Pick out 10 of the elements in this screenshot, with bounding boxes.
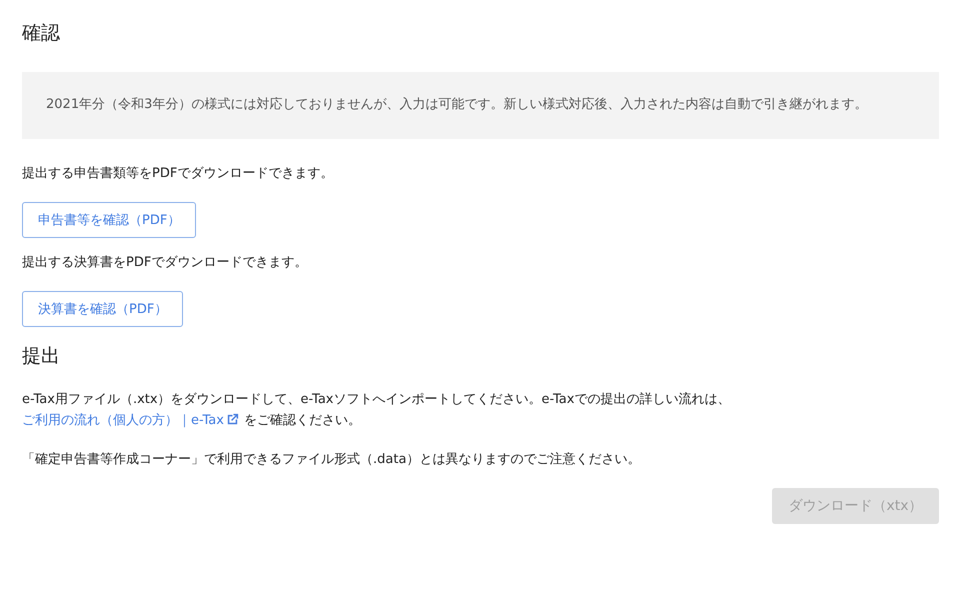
description-text: 提出する決算書をPDFでダウンロードできます。 — [22, 254, 308, 272]
section-heading: 確認 — [22, 21, 60, 46]
pdf-button[interactable]: 決算書を確認（PDF） — [22, 291, 184, 327]
description-text: 提出する申告書類等をPDFでダウンロードできます。 — [22, 165, 334, 183]
section-heading: 提出 — [22, 344, 60, 369]
pdf-button[interactable]: 申告書等を確認（PDF） — [22, 202, 196, 238]
usage-flow-link[interactable]: ご利用の流れ（個人の方）｜e-Tax — [22, 413, 240, 428]
caution-text: 「確定申告書等作成コーナー」で利用できるファイル形式（.data）とは異なりますのでご注意ください。 — [22, 451, 642, 469]
instruction-text: e-Tax用ファイル（.xtx）をダウンロードして、e-Taxソフトへインポートしてください。e-Taxでの提出の詳しい流れは、 ご利用の流れ（個人の方）｜e-Tax をご確認ください。 — [22, 391, 732, 430]
notice-message: 2021年分（令和3年分）の様式には対応しておりませんが、入力は可能です。新しい様式対応後、入力された内容は自動で引き継がれます。 — [22, 72, 939, 139]
